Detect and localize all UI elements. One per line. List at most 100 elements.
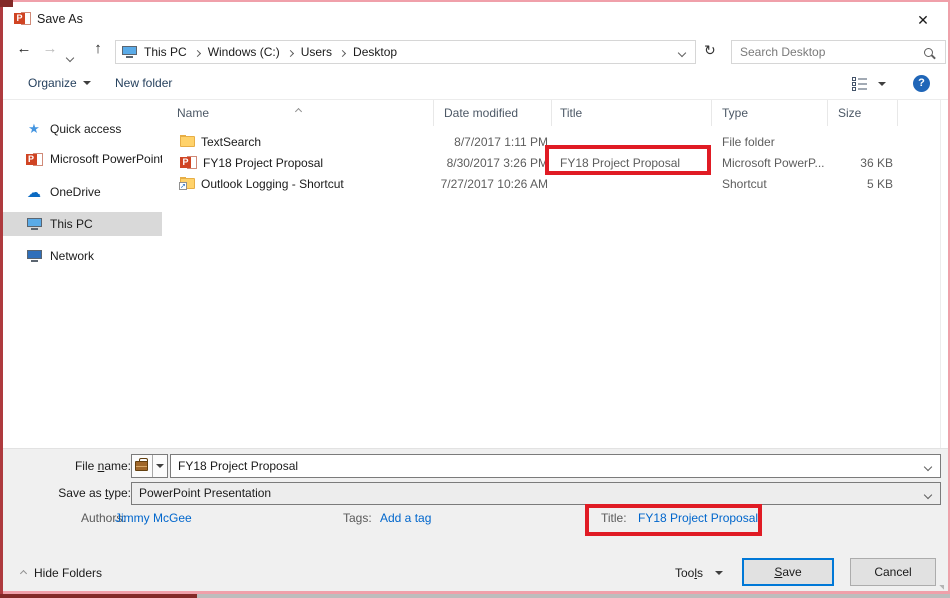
background-app-edge-bottom	[0, 594, 197, 598]
tags-label: Tags:	[343, 511, 372, 525]
column-headers: Name Date modified Title Type Size	[162, 100, 948, 126]
sidebar-item-label: Microsoft PowerPoint	[50, 152, 162, 166]
sidebar-item-this-pc[interactable]: This PC	[3, 212, 162, 236]
powerpoint-icon: P	[25, 152, 43, 167]
help-icon[interactable]: ?	[913, 75, 930, 92]
breadcrumb-separator-icon	[288, 43, 293, 61]
file-name-cell: ➚ Outlook Logging - Shortcut	[162, 177, 434, 191]
address-dropdown-chevron-icon[interactable]	[679, 43, 685, 61]
sidebar-item-network[interactable]: Network	[3, 244, 162, 268]
new-folder-button[interactable]: New folder	[115, 76, 172, 90]
breadcrumb-separator-icon	[340, 43, 345, 61]
breadcrumb-separator-icon	[195, 43, 200, 61]
file-name-label: File name:	[55, 459, 131, 473]
breadcrumb-this-pc[interactable]: This PC	[137, 45, 194, 59]
window-border-top	[0, 0, 950, 2]
save-as-type-label: Save as type:	[39, 486, 131, 500]
briefcase-icon	[135, 461, 148, 471]
breadcrumb-users[interactable]: Users	[294, 45, 339, 59]
add-a-tag-link[interactable]: Add a tag	[380, 511, 431, 525]
breadcrumb: This PC Windows (C:) Users Desktop	[115, 40, 696, 64]
background-app-edge-left	[0, 0, 3, 598]
metadata-row: Authors: Jimmy McGee Tags: Add a tag Tit…	[3, 511, 948, 535]
save-button[interactable]: Save	[742, 558, 834, 586]
title-value-link[interactable]: FY18 Project Proposal	[638, 511, 758, 525]
forward-icon[interactable]: →	[39, 40, 61, 57]
sidebar-item-onedrive[interactable]: ☁ OneDrive	[3, 180, 162, 204]
navigation-bar: ← → ↑ This PC Windows (C:) Users Desktop…	[3, 36, 948, 68]
collapse-icon	[20, 569, 27, 576]
sidebar-item-label: Quick access	[50, 122, 121, 136]
file-date-cell: 8/30/2017 3:26 PM	[434, 156, 552, 170]
file-row-fy18-project-proposal[interactable]: P FY18 Project Proposal 8/30/2017 3:26 P…	[162, 152, 948, 173]
up-icon[interactable]: ↑	[87, 40, 109, 57]
this-pc-icon	[25, 218, 43, 230]
file-date-cell: 7/27/2017 10:26 AM	[434, 177, 552, 191]
refresh-icon[interactable]: ↻	[704, 42, 716, 59]
breadcrumb-desktop[interactable]: Desktop	[346, 45, 404, 59]
column-header-type[interactable]: Type	[712, 100, 828, 126]
sidebar-item-label: Network	[50, 249, 94, 263]
cancel-button[interactable]: Cancel	[850, 558, 936, 586]
shortcut-icon: ➚	[180, 178, 195, 189]
view-options-dropdown-icon	[878, 82, 886, 86]
file-type-cell: Shortcut	[712, 177, 828, 191]
sort-ascending-icon[interactable]	[296, 101, 301, 119]
search-box	[731, 40, 946, 64]
network-icon	[25, 250, 43, 262]
column-header-title[interactable]: Title	[552, 100, 712, 126]
file-date-cell: 8/7/2017 1:11 PM	[434, 135, 552, 149]
navigation-pane: ★ Quick access P Microsoft PowerPoint ☁ …	[3, 100, 162, 448]
file-name-text: TextSearch	[201, 135, 261, 149]
title-bar: P Save As ✕	[3, 2, 948, 36]
column-header-date-modified[interactable]: Date modified	[434, 100, 552, 126]
sidebar-item-quick-access[interactable]: ★ Quick access	[3, 117, 162, 141]
file-name-history-dropdown-icon	[152, 455, 167, 477]
view-options-button[interactable]	[852, 77, 886, 96]
sidebar-item-label: OneDrive	[50, 185, 101, 199]
quick-access-icon: ★	[25, 121, 43, 137]
background-app-corner	[0, 0, 13, 7]
powerpoint-icon-letter: P	[14, 13, 25, 24]
taskbar-edge-bottom	[197, 594, 950, 598]
file-name-cell: P FY18 Project Proposal	[162, 155, 434, 170]
powerpoint-app-icon: P	[14, 11, 31, 26]
file-row-outlook-logging-shortcut[interactable]: ➚ Outlook Logging - Shortcut 7/27/2017 1…	[162, 173, 948, 194]
file-size-cell: 5 KB	[828, 177, 898, 191]
file-name-cell: TextSearch	[162, 135, 434, 149]
file-name-input[interactable]	[171, 455, 940, 477]
file-row-textsearch[interactable]: TextSearch 8/7/2017 1:11 PM File folder	[162, 131, 948, 152]
shortcut-arrow-icon: ➚	[179, 182, 187, 190]
hide-folders-label: Hide Folders	[34, 566, 102, 580]
authors-value-link[interactable]: Jimmy McGee	[115, 511, 192, 525]
recent-locations-chevron-icon[interactable]	[67, 48, 73, 66]
sidebar-item-microsoft-powerpoint[interactable]: P Microsoft PowerPoint	[3, 147, 162, 171]
save-as-type-chevron-icon	[924, 491, 932, 499]
file-list: TextSearch 8/7/2017 1:11 PM File folder …	[162, 131, 948, 194]
organize-button[interactable]: Organize	[28, 76, 91, 90]
organize-label: Organize	[28, 76, 77, 90]
save-as-dialog: P Save As ✕ ← → ↑ This PC Windows (C:) U…	[0, 0, 950, 598]
search-input[interactable]	[732, 45, 924, 59]
file-type-cell: File folder	[712, 135, 828, 149]
tools-button[interactable]: Tools	[675, 566, 723, 580]
file-name-history-button[interactable]	[131, 454, 168, 478]
folder-icon	[180, 136, 195, 147]
save-as-type-dropdown[interactable]: PowerPoint Presentation	[131, 482, 941, 505]
onedrive-icon: ☁	[25, 184, 43, 201]
dialog-title: Save As	[37, 12, 83, 26]
save-as-type-value: PowerPoint Presentation	[139, 486, 271, 500]
file-type-cell: Microsoft PowerP...	[712, 156, 828, 170]
breadcrumb-windows-c[interactable]: Windows (C:)	[201, 45, 287, 59]
column-header-size[interactable]: Size	[828, 100, 898, 126]
file-options-panel: File name: Save as type: PowerPoint Pres…	[3, 448, 948, 591]
back-icon[interactable]: ←	[13, 40, 35, 57]
file-name-text: FY18 Project Proposal	[203, 156, 323, 170]
file-title-cell: FY18 Project Proposal	[552, 156, 712, 170]
close-icon[interactable]: ✕	[910, 10, 936, 30]
search-icon[interactable]	[924, 48, 933, 57]
this-pc-icon	[122, 46, 137, 58]
command-toolbar: Organize New folder ?	[3, 68, 948, 100]
hide-folders-button[interactable]: Hide Folders	[21, 566, 102, 580]
powerpoint-file-icon: P	[180, 155, 197, 170]
